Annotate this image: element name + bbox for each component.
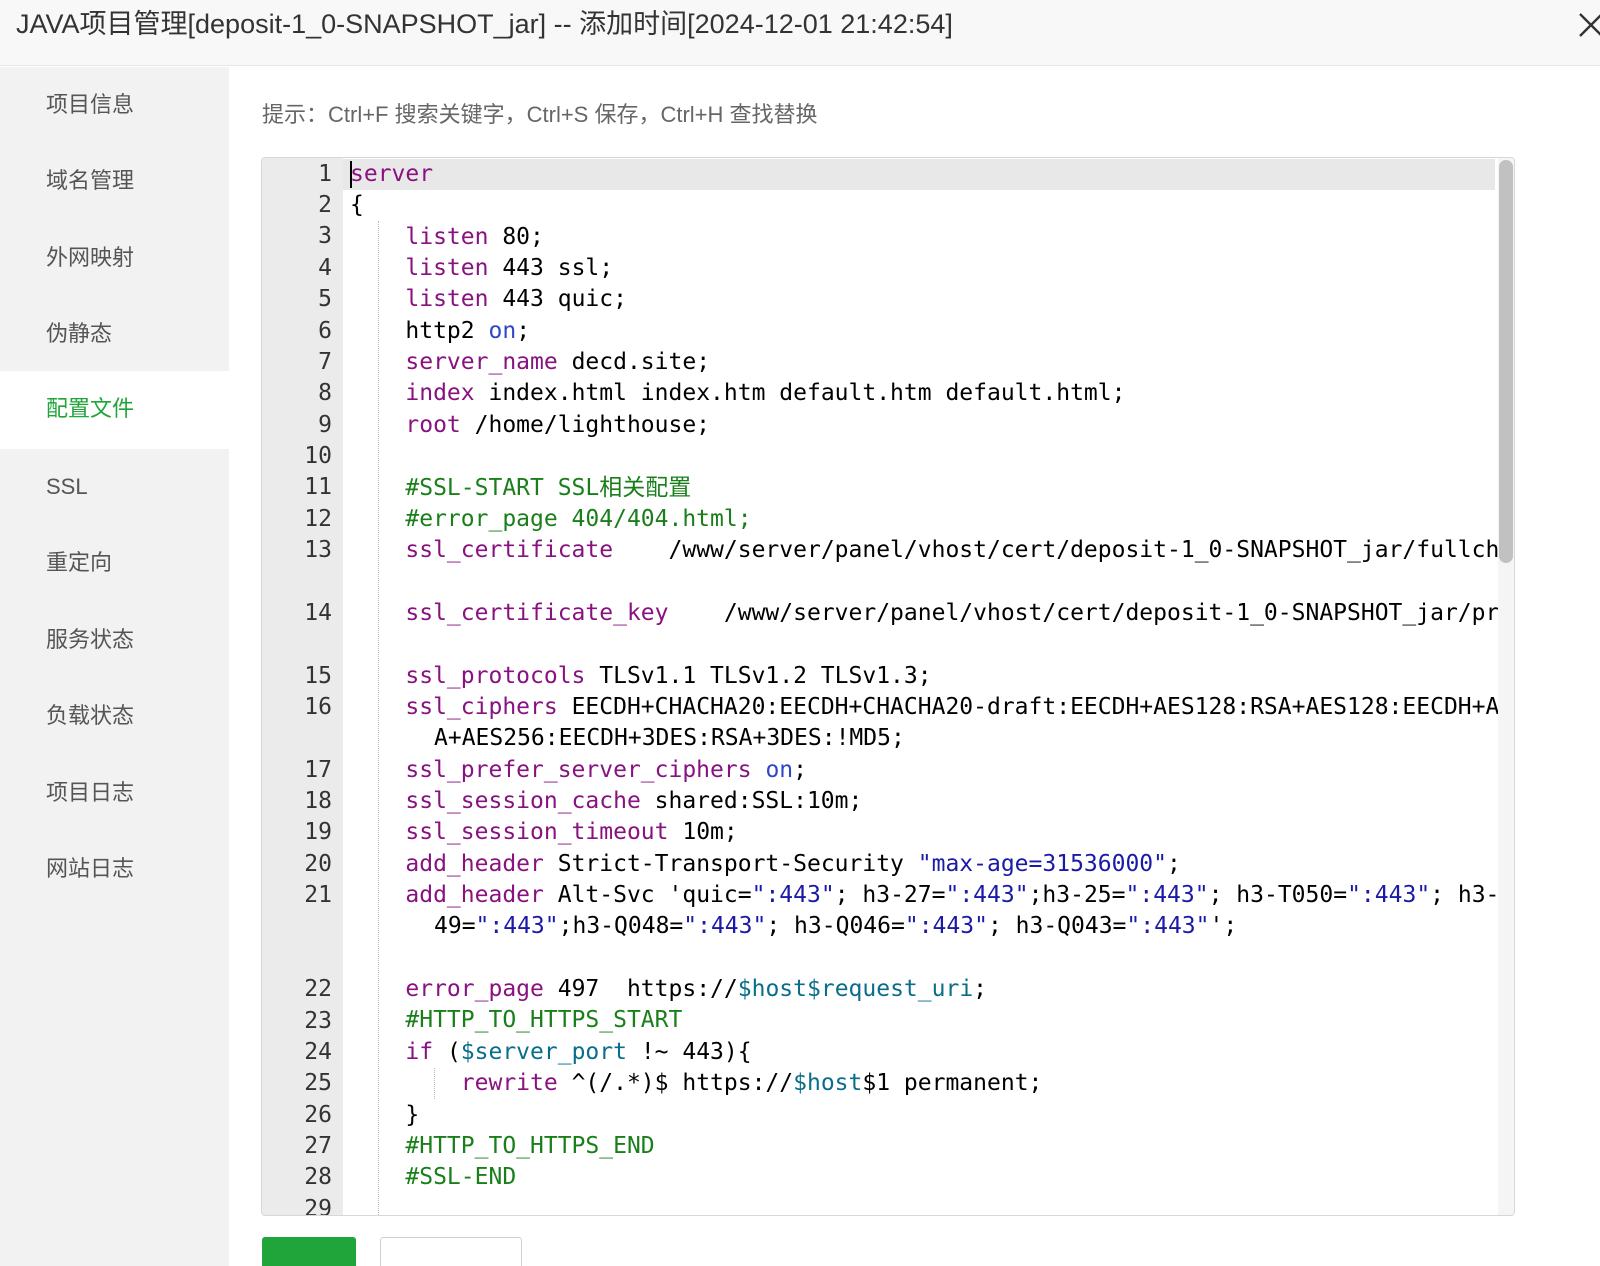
sidebar-item-pseudo-static[interactable]: 伪静态 [0, 296, 229, 374]
code-line[interactable]: add_header Strict-Transport-Security "ma… [350, 849, 1180, 880]
code-line[interactable]: server_name decd.site; [350, 347, 710, 378]
code-line[interactable]: if ($server_port !~ 443){ [350, 1037, 751, 1068]
line-number: 20 [304, 851, 332, 877]
code-line[interactable]: #HTTP_TO_HTTPS_START [350, 1005, 682, 1036]
line-number: 16 [304, 694, 332, 720]
code-line[interactable]: index index.html index.htm default.htm d… [350, 378, 1125, 409]
line-number: 25 [304, 1070, 332, 1096]
code-line[interactable]: root /home/lighthouse; [350, 410, 710, 441]
code-line[interactable]: #SSL-END [350, 1162, 516, 1193]
line-number: 19 [304, 819, 332, 845]
line-number: 14 [304, 600, 332, 626]
code-line[interactable]: ssl_ciphers EECDH+CHACHA20:EECDH+CHACHA2… [350, 692, 1514, 723]
sidebar-item-redirect[interactable]: 重定向 [0, 525, 229, 603]
sidebar-item-label: SSL [46, 474, 88, 499]
line-number: 11 [304, 474, 332, 500]
sidebar-item-project-info[interactable]: 项目信息 [0, 67, 229, 145]
line-number: 9 [318, 412, 332, 438]
line-number-gutter: 1 2 3 4 5 6 7 8 9 10 11 12 13 14 15 16 1… [262, 158, 343, 1215]
sidebar-item-label: 域名管理 [46, 168, 135, 193]
sidebar-item-label: 重定向 [46, 550, 113, 575]
line-number: 28 [304, 1164, 332, 1190]
line-number: 8 [318, 380, 332, 406]
close-icon [1579, 13, 1600, 37]
sidebar: 项目信息 域名管理 外网映射 伪静态 配置文件 SSL 重定向 服务状态 负载状… [0, 67, 229, 1266]
sidebar-item-label: 项目日志 [46, 780, 135, 805]
sidebar-item-label: 外网映射 [46, 245, 135, 270]
line-number: 3 [318, 223, 332, 249]
line-number: 5 [318, 286, 332, 312]
line-number: 23 [304, 1008, 332, 1034]
code-line[interactable]: ssl_certificate /www/server/panel/vhost/… [350, 535, 1514, 566]
line-number: 17 [304, 757, 332, 783]
code-line[interactable]: A+AES256:EECDH+3DES:RSA+3DES:!MD5; [434, 723, 905, 754]
line-number: 24 [304, 1039, 332, 1065]
code-line[interactable]: http2 on; [350, 316, 530, 347]
shortcut-hint: 提示：Ctrl+F 搜索关键字，Ctrl+S 保存，Ctrl+H 查找替换 [262, 102, 818, 127]
line-number: 6 [318, 318, 332, 344]
sidebar-item-label: 服务状态 [46, 627, 135, 652]
line-number: 7 [318, 349, 332, 375]
code-line[interactable]: #error_page 404/404.html; [350, 504, 751, 535]
line-number: 22 [304, 976, 332, 1002]
sidebar-item-site-log[interactable]: 网站日志 [0, 831, 229, 909]
code-line[interactable]: ssl_certificate_key /www/server/panel/vh… [350, 598, 1514, 629]
sidebar-item-config-file[interactable]: 配置文件 [0, 371, 229, 449]
sidebar-item-project-log[interactable]: 项目日志 [0, 755, 229, 833]
code-line[interactable]: server [350, 159, 433, 190]
line-number: 21 [304, 882, 332, 908]
line-number: 13 [304, 537, 332, 563]
dialog-title: JAVA项目管理[deposit-1_0-SNAPSHOT_jar] -- 添加… [16, 9, 953, 39]
code-line[interactable]: ssl_session_cache shared:SSL:10m; [350, 786, 862, 817]
line-number: 15 [304, 663, 332, 689]
code-line[interactable]: { [350, 190, 364, 221]
sidebar-item-ssl[interactable]: SSL [0, 449, 229, 527]
sidebar-item-domain-management[interactable]: 域名管理 [0, 143, 229, 221]
code-line[interactable]: ssl_protocols TLSv1.1 TLSv1.2 TLSv1.3; [350, 661, 931, 692]
code-line[interactable]: listen 443 quic; [350, 284, 627, 315]
save-button[interactable] [262, 1237, 356, 1266]
code-line[interactable]: error_page 497 https://$host$request_uri… [350, 974, 987, 1005]
sidebar-item-label: 项目信息 [46, 92, 135, 117]
code-line[interactable]: rewrite ^(/.*)$ https://$host$1 permanen… [350, 1068, 1043, 1099]
active-line-highlight [343, 159, 1495, 190]
sidebar-item-external-mapping[interactable]: 外网映射 [0, 220, 229, 298]
line-number: 10 [304, 443, 332, 469]
sidebar-item-label: 网站日志 [46, 856, 135, 881]
code-line[interactable]: add_header Alt-Svc 'quic=":443"; h3-27="… [350, 880, 1514, 911]
line-number: 29 [304, 1196, 332, 1216]
dialog-titlebar: JAVA项目管理[deposit-1_0-SNAPSHOT_jar] -- 添加… [0, 0, 1600, 66]
sidebar-item-label: 负载状态 [46, 703, 135, 728]
line-number: 27 [304, 1133, 332, 1159]
code-line[interactable]: 49=":443";h3-Q048=":443"; h3-Q046=":443"… [434, 911, 1237, 942]
sidebar-item-service-status[interactable]: 服务状态 [0, 602, 229, 680]
code-line[interactable]: listen 443 ssl; [350, 253, 613, 284]
secondary-button[interactable] [380, 1237, 522, 1266]
code-line[interactable]: } [350, 1100, 419, 1131]
sidebar-item-label: 伪静态 [46, 321, 113, 346]
sidebar-item-label: 配置文件 [46, 396, 135, 421]
line-number: 18 [304, 788, 332, 814]
line-number: 4 [318, 255, 332, 281]
scrollbar-thumb[interactable] [1499, 160, 1513, 563]
line-number: 26 [304, 1102, 332, 1128]
line-number: 12 [304, 506, 332, 532]
line-number: 2 [318, 192, 332, 218]
code-editor[interactable]: 1 2 3 4 5 6 7 8 9 10 11 12 13 14 15 16 1… [261, 157, 1515, 1216]
code-line[interactable]: #HTTP_TO_HTTPS_END [350, 1131, 654, 1162]
close-button[interactable] [1576, 10, 1600, 40]
code-line[interactable]: ssl_session_timeout 10m; [350, 817, 737, 848]
code-line[interactable]: ssl_prefer_server_ciphers on; [350, 755, 807, 786]
text-cursor [350, 161, 352, 188]
line-number: 1 [318, 161, 332, 187]
code-line[interactable]: listen 80; [350, 222, 543, 253]
code-line[interactable]: #SSL-START SSL相关配置 [350, 473, 691, 504]
sidebar-item-load-status[interactable]: 负载状态 [0, 678, 229, 756]
